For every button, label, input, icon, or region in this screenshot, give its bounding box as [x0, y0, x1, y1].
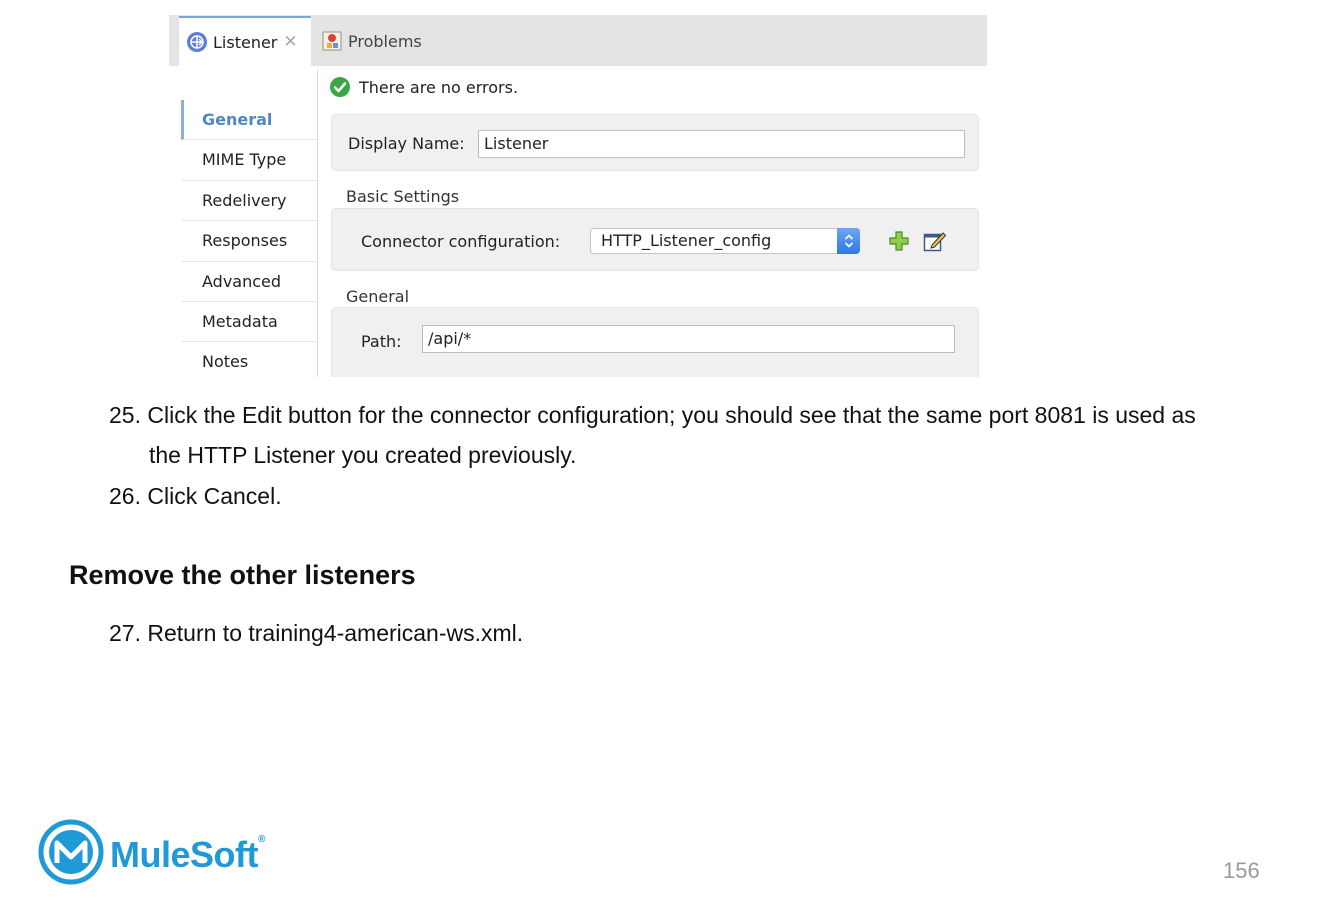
- basic-settings-title: Basic Settings: [346, 187, 460, 206]
- step-number: 25.: [109, 402, 141, 428]
- connector-config-select[interactable]: HTTP_Listener_config: [590, 228, 860, 254]
- tab-listener-label: Listener: [213, 32, 278, 52]
- page-number: 156: [1223, 858, 1260, 883]
- problems-icon: [321, 30, 343, 52]
- tab-problems[interactable]: Problems: [319, 16, 422, 66]
- step-27: 27. Return to training4-american-ws.xml.: [109, 613, 523, 653]
- chevron-updown-icon[interactable]: [837, 228, 860, 254]
- edit-icon[interactable]: [923, 230, 947, 256]
- connector-config-label: Connector configuration:: [361, 232, 561, 251]
- editor-tab-bar: Listener ✕ Problems: [169, 15, 987, 66]
- nav-item-metadata[interactable]: Metadata: [181, 302, 317, 343]
- add-icon[interactable]: [888, 230, 910, 256]
- step-text: Click the Edit button for the connector …: [147, 402, 1196, 428]
- nav-item-general[interactable]: General: [181, 100, 317, 141]
- tab-problems-label: Problems: [348, 31, 422, 51]
- nav-item-redelivery[interactable]: Redelivery: [181, 181, 317, 222]
- step-25-continued: the HTTP Listener you created previously…: [149, 442, 577, 468]
- connector-config-value: HTTP_Listener_config: [601, 231, 772, 250]
- display-name-label: Display Name:: [348, 134, 465, 153]
- success-check-icon: [329, 76, 351, 98]
- step-number: 26.: [109, 483, 141, 509]
- nav-item-responses[interactable]: Responses: [181, 221, 317, 262]
- logo-text: MuleSoft®: [110, 833, 265, 875]
- path-field[interactable]: /api/*: [422, 325, 955, 353]
- step-25: 25. Click the Edit button for the connec…: [109, 395, 1196, 435]
- status-message: There are no errors.: [359, 77, 519, 97]
- close-icon[interactable]: ✕: [283, 33, 297, 51]
- step-26: 26. Click Cancel.: [109, 476, 282, 516]
- validation-status: There are no errors.: [329, 76, 518, 98]
- section-heading: Remove the other listeners: [69, 560, 416, 590]
- tab-listener[interactable]: Listener ✕: [179, 16, 311, 66]
- listener-properties-screenshot: Listener ✕ Problems There are no errors.: [169, 15, 987, 377]
- nav-divider: [317, 70, 318, 377]
- step-number: 27.: [109, 620, 141, 646]
- display-name-panel: Display Name: Listener: [331, 114, 979, 171]
- mulesoft-mark-icon: [38, 819, 104, 890]
- general-settings-panel: Path: /api/*: [331, 307, 979, 377]
- display-name-field[interactable]: Listener: [478, 130, 965, 158]
- listener-globe-icon: [186, 31, 208, 53]
- basic-settings-panel: Connector configuration: HTTP_Listener_c…: [331, 208, 979, 271]
- nav-item-notes[interactable]: Notes: [181, 342, 317, 377]
- general-section-title: General: [346, 287, 410, 306]
- nav-item-advanced[interactable]: Advanced: [181, 262, 317, 302]
- mulesoft-logo: MuleSoft®: [38, 819, 265, 890]
- properties-nav: General MIME Type Redelivery Responses A…: [181, 100, 317, 377]
- step-text: Click Cancel.: [147, 483, 282, 509]
- nav-item-mime-type[interactable]: MIME Type: [181, 140, 317, 181]
- step-text: Return to training4-american-ws.xml.: [147, 620, 524, 646]
- path-label: Path:: [361, 332, 402, 351]
